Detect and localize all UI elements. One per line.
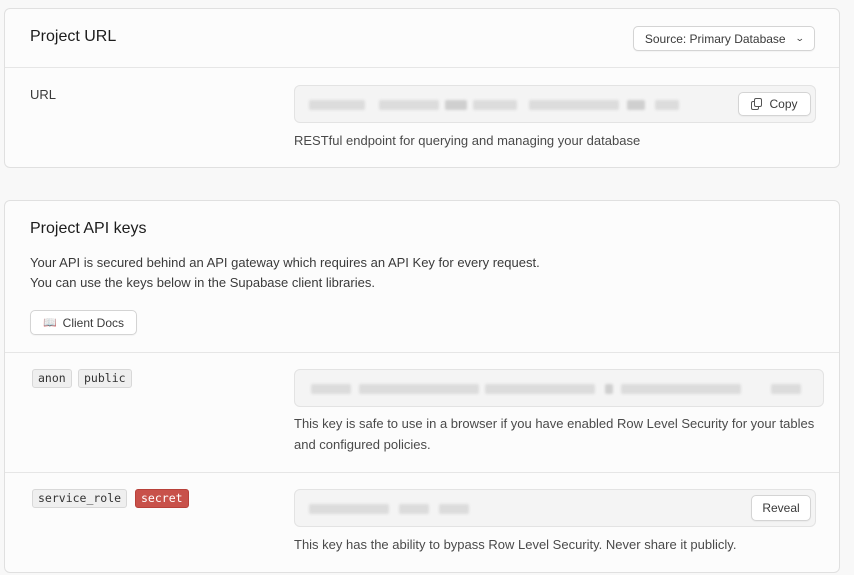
redacted-text <box>655 100 679 110</box>
api-keys-description-line2: You can use the keys below in the Supaba… <box>30 275 375 290</box>
redacted-text <box>605 384 613 394</box>
redacted-text <box>359 384 479 394</box>
copy-icon <box>751 98 763 110</box>
chevron-down-icon: ⌄ <box>794 33 805 43</box>
secret-tag: secret <box>135 489 189 508</box>
client-docs-button[interactable]: 📖 Client Docs <box>30 310 137 335</box>
api-keys-card: Project API keys Your API is secured beh… <box>4 200 840 573</box>
service-role-help-text: This key has the ability to bypass Row L… <box>294 537 737 552</box>
redacted-text <box>311 384 351 394</box>
api-keys-title: Project API keys <box>30 220 147 237</box>
client-docs-label: Client Docs <box>62 315 125 330</box>
anon-key-help-text: This key is safe to use in a browser if … <box>294 416 815 452</box>
divider <box>5 472 839 473</box>
api-keys-description-line1: Your API is secured behind an API gatewa… <box>30 255 540 270</box>
url-label: URL <box>30 87 57 102</box>
project-url-header: Project URL Source: Primary Database ⌄ <box>5 9 839 68</box>
url-help-text: RESTful endpoint for querying and managi… <box>294 133 641 148</box>
redacted-text <box>439 504 469 514</box>
book-icon: 📖 <box>42 317 57 329</box>
service-role-key-field[interactable]: Reveal <box>294 489 816 527</box>
divider <box>5 352 839 353</box>
service-role-tag: service_role <box>32 489 128 508</box>
reveal-label: Reveal <box>762 501 800 515</box>
redacted-text <box>399 504 429 514</box>
copy-url-button[interactable]: Copy <box>738 92 811 116</box>
redacted-text <box>485 384 595 394</box>
redacted-text <box>621 384 741 394</box>
redacted-text <box>529 100 619 110</box>
source-dropdown-label: Source: Primary Database <box>644 31 786 46</box>
redacted-text <box>627 100 645 110</box>
project-url-title: Project URL <box>30 28 117 45</box>
redacted-text <box>771 384 801 394</box>
public-tag: public <box>78 369 132 388</box>
anon-tag: anon <box>32 369 72 388</box>
copy-label: Copy <box>769 97 798 111</box>
redacted-text <box>379 100 439 110</box>
project-url-card: Project URL Source: Primary Database ⌄ U… <box>4 8 840 168</box>
redacted-text <box>473 100 517 110</box>
source-dropdown-button[interactable]: Source: Primary Database ⌄ <box>633 26 815 51</box>
anon-key-field[interactable] <box>294 369 824 407</box>
url-field[interactable]: Copy <box>294 85 816 123</box>
redacted-text <box>309 100 365 110</box>
redacted-text <box>445 100 467 110</box>
reveal-key-button[interactable]: Reveal <box>751 495 811 521</box>
redacted-text <box>309 504 389 514</box>
